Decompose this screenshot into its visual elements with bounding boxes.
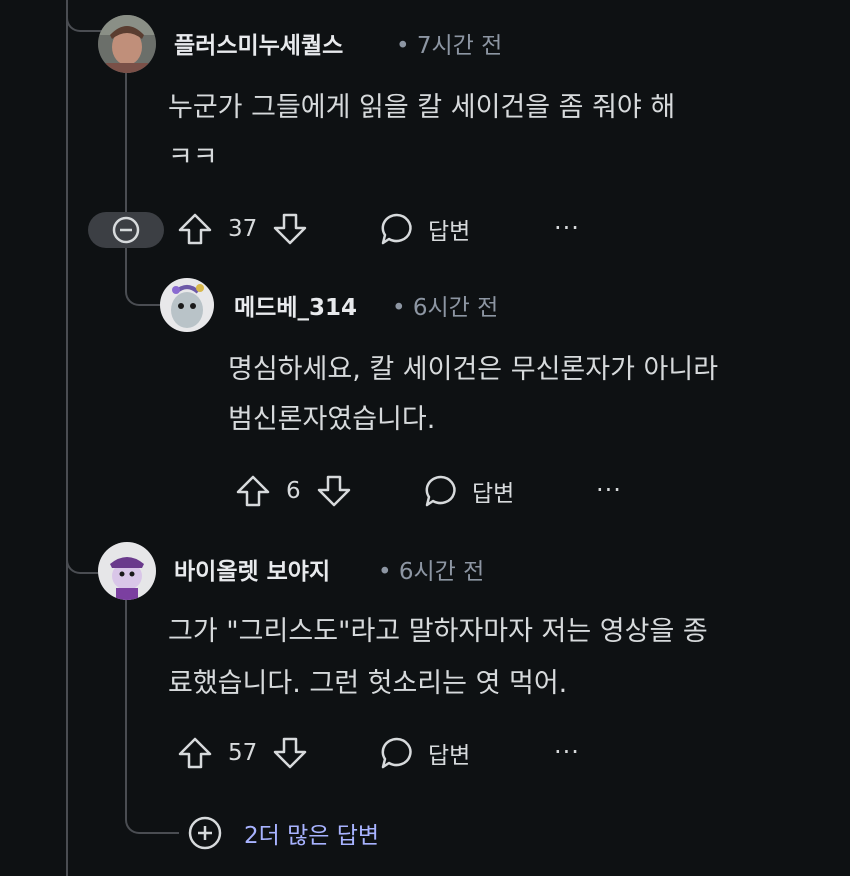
downvote-icon[interactable] bbox=[271, 210, 309, 248]
reply-label: 답변 bbox=[472, 481, 515, 507]
speech-bubble-icon bbox=[381, 213, 412, 245]
vote-count: 6 bbox=[286, 478, 301, 504]
vote-bar: 6 bbox=[234, 472, 353, 510]
snoo-avatar-icon bbox=[98, 542, 156, 600]
upvote-icon[interactable] bbox=[176, 734, 214, 772]
more-replies-label: 2더 많은 답변 bbox=[244, 823, 380, 849]
vote-count: 57 bbox=[228, 740, 258, 766]
downvote-icon[interactable] bbox=[271, 734, 309, 772]
thread-line-c3 bbox=[125, 600, 127, 800]
snoo-avatar-icon bbox=[160, 278, 214, 332]
user-photo-icon bbox=[98, 15, 156, 73]
more-options-icon[interactable]: ··· bbox=[596, 476, 622, 504]
comment-text-line-1: 그가 "그리스도"라고 말하자마자 저는 영상을 종 bbox=[168, 616, 708, 647]
avatar[interactable] bbox=[98, 542, 156, 600]
speech-bubble-icon bbox=[381, 737, 412, 769]
more-options-icon[interactable]: ··· bbox=[554, 738, 580, 766]
comment-text-line-2: 범신론자였습니다. bbox=[228, 404, 436, 435]
reply-label: 답변 bbox=[428, 219, 471, 245]
comment-text-line-2: ㅋㅋ bbox=[168, 142, 218, 173]
thread-elbow-c3 bbox=[66, 540, 98, 574]
reply-label: 답변 bbox=[428, 743, 471, 769]
comment-text-line-1: 명심하세요, 칼 세이건은 무신론자가 아니라 bbox=[228, 354, 719, 385]
vote-count: 37 bbox=[228, 216, 258, 242]
thread-line-c1 bbox=[125, 72, 127, 212]
more-options-icon[interactable]: ··· bbox=[554, 214, 580, 242]
comment-text-line-2: 료했습니다. 그런 헛소리는 엿 먹어. bbox=[168, 668, 568, 699]
comment-text-line-1: 누군가 그들에게 읽을 칼 세이건을 좀 줘야 해 bbox=[168, 92, 676, 123]
thread-elbow-more bbox=[125, 780, 179, 834]
avatar[interactable] bbox=[98, 15, 156, 73]
downvote-icon[interactable] bbox=[315, 472, 353, 510]
vote-bar: 57 bbox=[176, 734, 309, 772]
reply-button[interactable]: 답변 bbox=[422, 472, 514, 510]
comment-timestamp: • 6시간 전 bbox=[378, 559, 485, 585]
reply-button[interactable]: 답변 bbox=[378, 210, 470, 248]
comment-timestamp: • 7시간 전 bbox=[396, 33, 503, 59]
thread-line-outer bbox=[66, 0, 68, 876]
reply-button[interactable]: 답변 bbox=[378, 734, 470, 772]
more-replies-button[interactable]: 2더 많은 답변 bbox=[186, 814, 379, 852]
comment-username[interactable]: 바이올렛 보야지 bbox=[174, 552, 330, 586]
upvote-icon[interactable] bbox=[234, 472, 272, 510]
thread-elbow-c2 bbox=[125, 248, 161, 306]
avatar[interactable] bbox=[160, 278, 214, 332]
comment-timestamp: • 6시간 전 bbox=[392, 295, 499, 321]
upvote-icon[interactable] bbox=[176, 210, 214, 248]
comment-username[interactable]: 메드베_314 bbox=[234, 288, 357, 322]
collapse-thread-button[interactable] bbox=[88, 212, 164, 248]
plus-circle-icon bbox=[188, 816, 222, 850]
speech-bubble-icon bbox=[425, 475, 456, 507]
minus-circle-icon bbox=[112, 216, 140, 244]
comment-username[interactable]: 플러스미누세퀄스 bbox=[174, 26, 343, 60]
vote-bar: 37 bbox=[176, 210, 309, 248]
thread-elbow-top bbox=[66, 0, 104, 32]
